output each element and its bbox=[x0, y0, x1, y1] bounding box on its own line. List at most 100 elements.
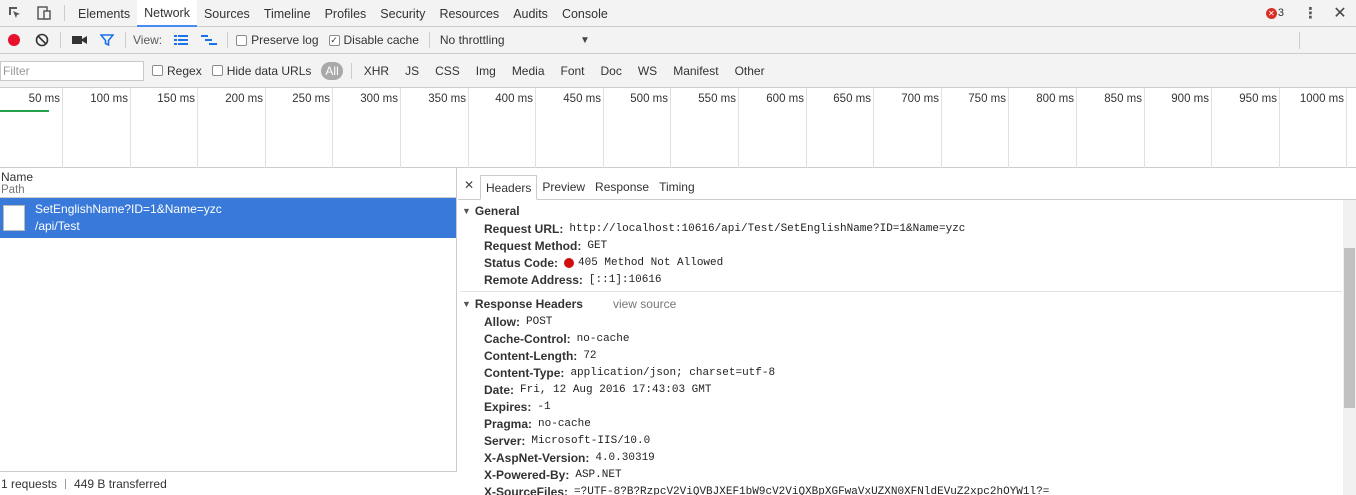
header-key: Server: bbox=[484, 433, 526, 448]
header-key: X-AspNet-Version: bbox=[484, 450, 590, 465]
overview-button[interactable] bbox=[195, 27, 223, 54]
response-headers-title: Response Headers bbox=[474, 297, 583, 311]
scrollbar-thumb[interactable] bbox=[1344, 248, 1355, 408]
tab-response[interactable]: Response bbox=[590, 174, 654, 199]
header-key: Request Method: bbox=[484, 238, 582, 253]
tab-resources[interactable]: Resources bbox=[432, 0, 506, 27]
close-detail-icon[interactable]: ✕ bbox=[458, 173, 480, 197]
list-view-icon bbox=[174, 35, 189, 45]
header-key: X-SourceFiles: bbox=[484, 484, 569, 495]
checkbox-unchecked bbox=[211, 65, 223, 76]
tab-timeline[interactable]: Timeline bbox=[257, 0, 318, 27]
tab-console[interactable]: Console bbox=[555, 0, 615, 27]
header-row: Request URL: http://localhost:10616/api/T… bbox=[458, 220, 1356, 237]
type-filter-other[interactable]: Other bbox=[731, 62, 769, 80]
close-devtools-icon[interactable]: ✕ bbox=[1328, 3, 1352, 23]
tab-preview[interactable]: Preview bbox=[537, 174, 590, 199]
header-value: GET bbox=[587, 239, 608, 252]
header-row: Allow: POST bbox=[458, 313, 1356, 330]
overview-tick-label: 250 ms bbox=[292, 93, 330, 105]
overview-tick-label: 450 ms bbox=[563, 93, 601, 105]
timeline-overview[interactable]: 50 ms 100 ms 150 ms 200 ms 250 ms 300 ms 350 m… bbox=[0, 88, 1356, 168]
capture-screenshots-button[interactable] bbox=[65, 27, 93, 54]
record-button[interactable] bbox=[0, 27, 28, 54]
disable-cache-checkbox[interactable]: ✓ Disable cache bbox=[328, 33, 419, 47]
overview-gridline bbox=[130, 88, 131, 168]
error-counter[interactable]: ✕ 3 bbox=[1265, 7, 1284, 19]
header-row: Date: Fri, 12 Aug 2016 17:43:03 GMT bbox=[458, 381, 1356, 398]
tab-timing[interactable]: Timing bbox=[654, 174, 700, 199]
header-row: Pragma: no-cache bbox=[458, 415, 1356, 432]
overview-gridline bbox=[400, 88, 401, 168]
overview-gridline bbox=[873, 88, 874, 168]
headers-content: ▼ General Request URL: http://localhost:1… bbox=[458, 200, 1356, 495]
tab-sources[interactable]: Sources bbox=[197, 0, 257, 27]
header-value: Fri, 12 Aug 2016 17:43:03 GMT bbox=[520, 383, 712, 396]
header-value: 405 Method Not Allowed bbox=[578, 256, 724, 269]
more-options-icon[interactable]: ⋮ bbox=[1298, 4, 1322, 22]
table-row[interactable]: SetEnglishName?ID=1&Name=yzc /api/Test bbox=[0, 198, 456, 238]
clear-button[interactable] bbox=[28, 27, 56, 54]
hide-data-urls-checkbox[interactable]: Hide data URLs bbox=[211, 64, 311, 78]
expand-triangle-icon: ▼ bbox=[462, 299, 471, 309]
type-filter-media[interactable]: Media bbox=[508, 62, 549, 80]
overview-tick-label: 300 ms bbox=[360, 93, 398, 105]
summary-divider bbox=[65, 478, 67, 489]
general-headers-list: Request URL: http://localhost:10616/api/T… bbox=[458, 220, 1356, 288]
large-rows-button[interactable] bbox=[167, 27, 195, 54]
tab-elements[interactable]: Elements bbox=[71, 0, 137, 27]
header-key: Remote Address: bbox=[484, 272, 583, 287]
filter-toggle-button[interactable] bbox=[93, 27, 121, 54]
type-filter-js[interactable]: JS bbox=[401, 62, 423, 80]
type-filter-doc[interactable]: Doc bbox=[597, 62, 626, 80]
devtools-tabbar: Elements Network Sources Timeline Profiles Se… bbox=[0, 0, 1356, 27]
type-filter-all[interactable]: All bbox=[321, 61, 343, 80]
general-section-header[interactable]: ▼ General bbox=[458, 202, 1356, 220]
tab-profiles[interactable]: Profiles bbox=[318, 0, 374, 27]
overview-gridline bbox=[535, 88, 536, 168]
overview-gridline bbox=[62, 88, 63, 168]
overview-tick-label: 1000 ms bbox=[1299, 93, 1344, 105]
device-mode-icon[interactable] bbox=[29, 0, 58, 26]
error-count: 3 bbox=[1277, 7, 1284, 19]
header-row: Content-Type: application/json; charset=u… bbox=[458, 364, 1356, 381]
type-filter-css[interactable]: CSS bbox=[431, 62, 464, 80]
overview-gridline bbox=[1211, 88, 1212, 168]
response-headers-section-header[interactable]: ▼ Response Headers view source bbox=[458, 295, 1356, 313]
header-value: Microsoft-IIS/10.0 bbox=[531, 434, 651, 447]
name-column-header[interactable]: Name Path bbox=[0, 168, 456, 198]
header-key: Status Code: bbox=[484, 255, 559, 270]
throttling-select[interactable]: No throttling ▼ bbox=[440, 33, 590, 47]
overview-tick-label: 400 ms bbox=[495, 93, 533, 105]
overview-gridline bbox=[806, 88, 807, 168]
type-filter-img[interactable]: Img bbox=[472, 62, 500, 80]
disable-cache-label: Disable cache bbox=[343, 33, 419, 47]
network-summary-bar: 1 requests 449 B transferred bbox=[0, 471, 457, 495]
tab-headers[interactable]: Headers bbox=[480, 175, 538, 200]
overview-gridline bbox=[1144, 88, 1145, 168]
waterfall-icon bbox=[201, 35, 218, 45]
header-key: X-Powered-By: bbox=[484, 467, 570, 482]
request-path: /api/Test bbox=[35, 219, 80, 233]
tab-security[interactable]: Security bbox=[373, 0, 432, 27]
header-row: Expires: -1 bbox=[458, 398, 1356, 415]
overview-gridline bbox=[1008, 88, 1009, 168]
filter-bar: Regex Hide data URLs All XHR JS CSS Img Media… bbox=[0, 54, 1356, 88]
preserve-log-checkbox[interactable]: Preserve log bbox=[236, 33, 319, 47]
header-row: X-AspNet-Version: 4.0.30319 bbox=[458, 449, 1356, 466]
tab-network[interactable]: Network bbox=[137, 0, 197, 27]
type-filter-font[interactable]: Font bbox=[557, 62, 589, 80]
tab-audits[interactable]: Audits bbox=[506, 0, 555, 27]
clear-icon bbox=[35, 33, 49, 47]
vertical-scrollbar[interactable] bbox=[1343, 200, 1356, 495]
type-filter-xhr[interactable]: XHR bbox=[360, 62, 393, 80]
filter-divider bbox=[350, 62, 352, 79]
type-filter-manifest[interactable]: Manifest bbox=[669, 62, 722, 80]
regex-checkbox[interactable]: Regex bbox=[152, 64, 202, 78]
inspect-element-icon[interactable] bbox=[0, 0, 29, 26]
view-source-link[interactable]: view source bbox=[613, 297, 676, 311]
header-value: no-cache bbox=[538, 417, 591, 430]
filter-input[interactable] bbox=[0, 60, 144, 81]
type-filter-ws[interactable]: WS bbox=[634, 62, 661, 80]
overview-gridline bbox=[1076, 88, 1077, 168]
